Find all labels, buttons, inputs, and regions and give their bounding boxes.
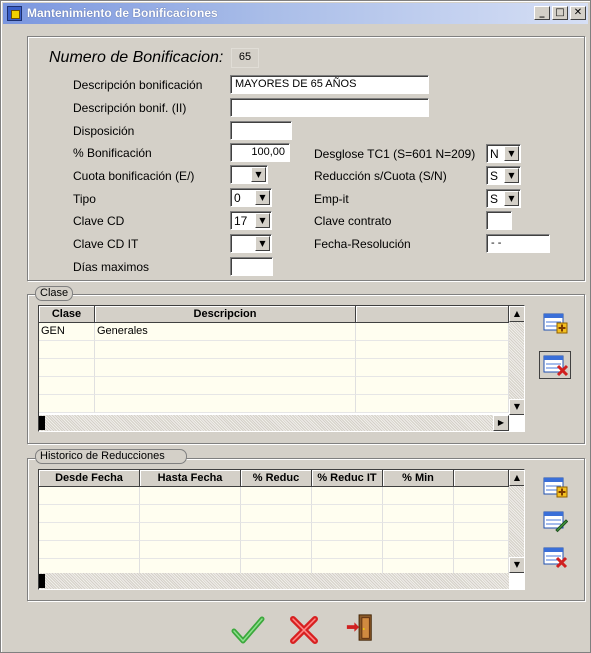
numero-label: Numero de Bonificacion: [49, 49, 224, 66]
clase-grid-body: GEN Generales [39, 323, 509, 413]
table-row[interactable] [39, 487, 509, 505]
chevron-down-icon[interactable]: ▼ [504, 146, 519, 161]
chevron-down-icon[interactable]: ▼ [255, 190, 270, 205]
reduccion-cuota-value: S [490, 169, 499, 183]
disposicion-label: Disposición [73, 124, 135, 138]
cancel-x-icon[interactable] [287, 615, 321, 645]
porcentaje-label: % Bonificación [73, 146, 152, 160]
column-header-desde-fecha[interactable]: Desde Fecha [39, 470, 140, 487]
desglose-label: Desglose TC1 (S=601 N=209) [314, 147, 476, 161]
cuota-label: Cuota bonificación (E/) [73, 169, 195, 183]
edit-row-icon[interactable] [542, 509, 568, 533]
chevron-down-icon[interactable]: ▼ [504, 191, 519, 206]
historico-vertical-scrollbar[interactable]: ▲ ▼ [509, 470, 524, 573]
column-header-blank[interactable] [454, 470, 509, 487]
title-bar[interactable]: Mantenimiento de Bonificaciones _ □ ✕ [3, 3, 588, 24]
exit-door-icon[interactable] [343, 613, 377, 643]
close-button[interactable]: ✕ [570, 6, 586, 20]
emp-it-value: S [490, 192, 499, 206]
chevron-down-icon[interactable]: ▼ [255, 213, 270, 228]
column-header-blank[interactable] [356, 306, 509, 323]
table-row[interactable] [39, 377, 509, 395]
column-header-reduc-it[interactable]: % Reduc IT [312, 470, 383, 487]
column-header-clase[interactable]: Clase [39, 306, 95, 323]
clave-cd-it-select[interactable]: ▼ [230, 234, 272, 253]
scroll-up-icon[interactable]: ▲ [509, 470, 524, 486]
numero-value: 65 [231, 48, 259, 68]
fecha-resolucion-label: Fecha-Resolución [314, 237, 411, 251]
cell-descripcion: Generales [95, 323, 356, 341]
clave-cd-value: 17 [234, 214, 248, 228]
table-row[interactable] [39, 341, 509, 359]
porcentaje-input[interactable]: 100,00 [230, 143, 290, 162]
column-header-hasta-fecha[interactable]: Hasta Fecha [140, 470, 241, 487]
historico-grid-header: Desde Fecha Hasta Fecha % Reduc % Reduc … [39, 470, 509, 487]
accept-check-icon[interactable] [231, 615, 265, 645]
clase-grid-header: Clase Descripcion [39, 306, 509, 323]
clase-grid[interactable]: Clase Descripcion GEN Generales ▲ ▼ ▶ [38, 305, 525, 432]
scroll-down-icon[interactable]: ▼ [509, 399, 524, 415]
clase-vertical-scrollbar[interactable]: ▲ ▼ [509, 306, 524, 415]
app-icon [7, 6, 22, 21]
tipo-label: Tipo [73, 192, 96, 206]
add-row-icon[interactable] [542, 475, 568, 499]
disposicion-input[interactable] [230, 121, 292, 140]
main-window: Mantenimiento de Bonificaciones _ □ ✕ Nu… [0, 0, 591, 653]
dias-maximos-label: Días maximos [73, 260, 150, 274]
scroll-up-icon[interactable]: ▲ [509, 306, 524, 322]
descripcion2-input[interactable] [230, 98, 429, 117]
historico-horizontal-scrollbar[interactable] [39, 573, 509, 589]
clase-group-label: Clase [35, 286, 74, 301]
cuota-select[interactable]: ▼ [230, 165, 268, 184]
dias-maximos-input[interactable] [230, 257, 273, 276]
cell-clase: GEN [39, 323, 95, 341]
descripcion-label: Descripción bonificación [73, 78, 203, 92]
table-row[interactable] [39, 359, 509, 377]
maximize-button[interactable]: □ [552, 6, 568, 20]
tipo-value: 0 [234, 191, 241, 205]
clave-contrato-label: Clave contrato [314, 214, 392, 228]
window-title: Mantenimiento de Bonificaciones [27, 6, 218, 20]
historico-group-label: Historico de Reducciones [35, 449, 187, 464]
historico-grid-body [39, 487, 509, 577]
table-row[interactable] [39, 523, 509, 541]
clave-contrato-input[interactable] [486, 211, 512, 230]
scroll-right-icon[interactable]: ▶ [493, 415, 509, 431]
tipo-select[interactable]: 0 ▼ [230, 188, 272, 207]
chevron-down-icon[interactable]: ▼ [255, 236, 270, 251]
cell-blank [356, 323, 509, 341]
desglose-value: N [490, 147, 499, 161]
chevron-down-icon[interactable]: ▼ [251, 167, 266, 182]
descripcion-input[interactable]: MAYORES DE 65 AÑOS [230, 75, 429, 94]
delete-row-icon[interactable] [539, 351, 571, 379]
historico-grid[interactable]: Desde Fecha Hasta Fecha % Reduc % Reduc … [38, 469, 525, 590]
reduccion-cuota-select[interactable]: S ▼ [486, 166, 521, 185]
add-row-icon[interactable] [542, 311, 568, 335]
clave-cd-label: Clave CD [73, 214, 125, 228]
reduccion-cuota-label: Reducción s/Cuota (S/N) [314, 169, 447, 183]
table-row[interactable] [39, 395, 509, 413]
table-row[interactable]: GEN Generales [39, 323, 509, 341]
clase-horizontal-scrollbar[interactable]: ▶ [39, 415, 509, 431]
clave-cd-it-label: Clave CD IT [73, 237, 139, 251]
desglose-select[interactable]: N ▼ [486, 144, 521, 163]
clave-cd-select[interactable]: 17 ▼ [230, 211, 272, 230]
emp-it-select[interactable]: S ▼ [486, 189, 521, 208]
scroll-down-icon[interactable]: ▼ [509, 557, 524, 573]
scroll-thumb[interactable] [39, 416, 45, 430]
column-header-min[interactable]: % Min [383, 470, 454, 487]
scroll-thumb[interactable] [39, 574, 45, 588]
table-row[interactable] [39, 541, 509, 559]
delete-row-icon[interactable] [542, 545, 568, 569]
minimize-button[interactable]: _ [534, 6, 550, 20]
chevron-down-icon[interactable]: ▼ [504, 168, 519, 183]
column-header-descripcion[interactable]: Descripcion [95, 306, 356, 323]
fecha-resolucion-input[interactable]: - - [486, 234, 550, 253]
emp-it-label: Emp-it [314, 192, 349, 206]
column-header-reduc[interactable]: % Reduc [241, 470, 312, 487]
descripcion2-label: Descripción bonif. (II) [73, 101, 187, 115]
table-row[interactable] [39, 505, 509, 523]
